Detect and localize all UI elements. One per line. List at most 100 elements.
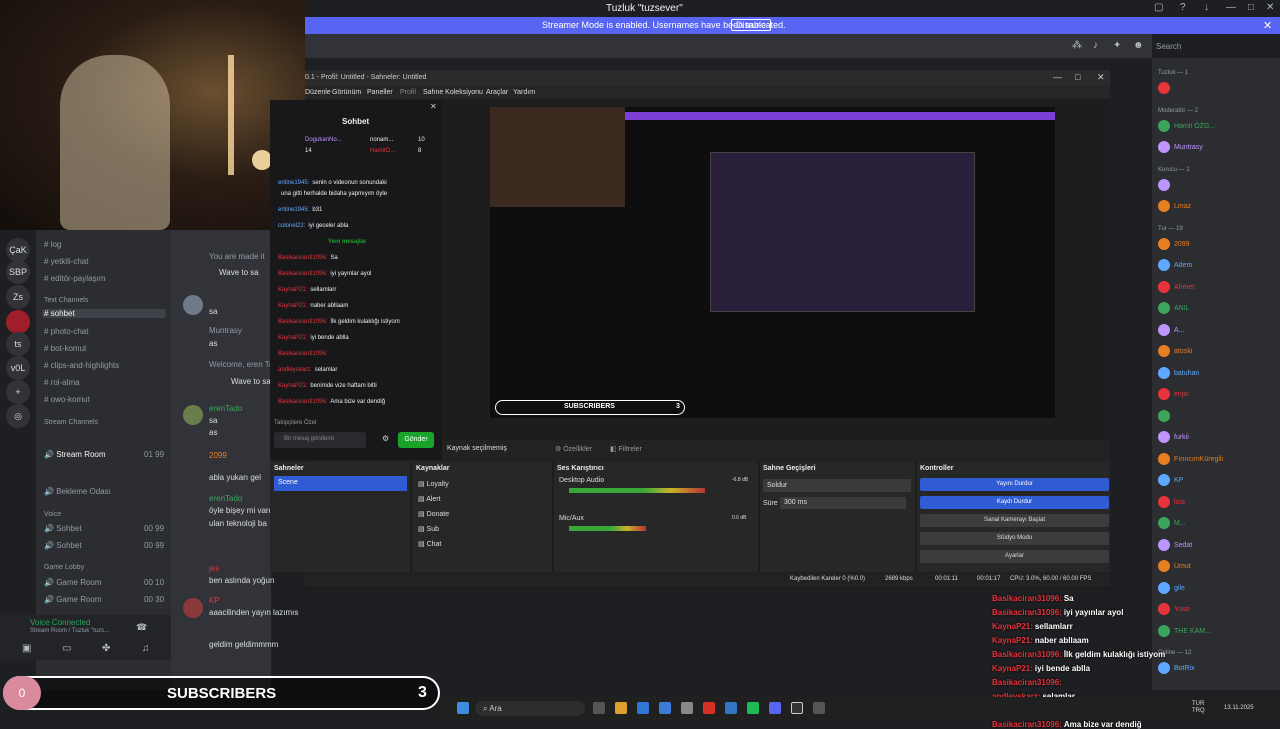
soundboard-icon[interactable]: ♫: [142, 643, 150, 654]
server-icon-vol[interactable]: v0L: [6, 356, 30, 380]
member-item[interactable]: [1158, 409, 1174, 422]
explore-icon[interactable]: ◎: [6, 404, 30, 428]
menu-sahne-koleksiyonu[interactable]: Sahne Koleksiyonu: [423, 89, 483, 96]
obs-close-icon[interactable]: ✕: [1097, 72, 1105, 83]
source-sub[interactable]: ▤ Sub: [418, 525, 439, 533]
server-icon-red[interactable]: [6, 310, 30, 334]
download-icon[interactable]: ↓: [1204, 2, 1209, 13]
server-icon-zs[interactable]: Zs: [6, 285, 30, 309]
spotify-icon[interactable]: [747, 702, 759, 714]
member-item[interactable]: [1158, 178, 1174, 191]
channel-editor-paylasim[interactable]: # editör-paylaşım: [44, 274, 105, 283]
duration-input[interactable]: 300 ms: [780, 497, 906, 509]
member-item[interactable]: [1158, 82, 1174, 94]
source-alert[interactable]: ▤ Alert: [418, 495, 441, 503]
category-text-channels[interactable]: Text Channels: [44, 297, 88, 304]
category-game-lobby[interactable]: Game Lobby: [44, 564, 84, 571]
store-icon[interactable]: [659, 702, 671, 714]
chat-username[interactable]: entine1945:: [278, 207, 309, 213]
member-item[interactable]: gile: [1158, 581, 1185, 594]
chat-username[interactable]: KaynaP21:: [278, 335, 307, 341]
chat-username[interactable]: andleyskarz:: [278, 367, 312, 373]
close-chat-icon[interactable]: ✕: [430, 102, 437, 111]
members-icon[interactable]: ☻: [1133, 40, 1144, 51]
voice-game-room-1[interactable]: 🔊 Game Room: [44, 578, 102, 587]
stop-recording-button[interactable]: Kaydı Durdur: [920, 496, 1109, 509]
obs-maximize-icon[interactable]: □: [1075, 72, 1080, 82]
menu-gorunum[interactable]: Görünüm: [332, 89, 361, 96]
minimize-icon[interactable]: —: [1226, 2, 1236, 13]
member-item[interactable]: Sedat: [1158, 538, 1192, 551]
chrome-icon[interactable]: [703, 702, 715, 714]
category-stream-channels[interactable]: Stream Channels: [44, 419, 98, 426]
member-item[interactable]: M...: [1158, 517, 1186, 529]
disable-button[interactable]: Disable: [731, 19, 772, 31]
taskbar-search[interactable]: ⌕ Ara: [475, 701, 585, 716]
avatar[interactable]: [183, 295, 203, 315]
voice-stream-room[interactable]: 🔊 Stream Room: [44, 450, 106, 459]
chat-settings-icon[interactable]: ⚙: [382, 434, 389, 443]
stop-stream-button[interactable]: Yayını Durdur: [920, 478, 1109, 491]
member-item[interactable]: THE KAM...: [1158, 624, 1211, 637]
screen-share-icon[interactable]: ▭: [62, 643, 71, 654]
voice-game-room-2[interactable]: 🔊 Game Room: [44, 595, 102, 604]
menu-profil[interactable]: Profil: [400, 89, 416, 96]
message-author[interactable]: Muntrasy: [209, 326, 242, 335]
avatar[interactable]: [183, 405, 203, 425]
task-view-icon[interactable]: [593, 702, 605, 714]
chat-username[interactable]: KaynaP21:: [278, 303, 307, 309]
clock-date[interactable]: 13.11.2025: [1224, 705, 1254, 711]
channel-sohbet[interactable]: # sohbet: [42, 309, 166, 318]
member-item[interactable]: ANIL: [1158, 302, 1190, 314]
source-loyalty[interactable]: ▤ Loyalty: [418, 480, 449, 488]
chat-username[interactable]: Basikaciran31096:: [278, 351, 327, 357]
member-item[interactable]: furkii: [1158, 431, 1189, 443]
scene-item[interactable]: Scene: [274, 476, 407, 491]
member-item[interactable]: atoski: [1158, 345, 1192, 357]
add-server-icon[interactable]: +: [6, 380, 30, 404]
file-explorer-icon[interactable]: [615, 702, 627, 714]
message-author[interactable]: erenTado: [209, 404, 242, 413]
member-item[interactable]: 2099: [1158, 237, 1190, 250]
close-icon[interactable]: ✕: [1266, 2, 1274, 13]
camera-icon[interactable]: ▣: [22, 643, 31, 654]
member-item[interactable]: Hamit ÖZG...: [1158, 119, 1215, 132]
activities-icon[interactable]: ✤: [102, 643, 110, 654]
member-item[interactable]: lost: [1158, 495, 1185, 508]
chat-username[interactable]: entine1945:: [278, 180, 309, 186]
chat-username[interactable]: Basikaciran31096:: [278, 319, 327, 325]
source-donate[interactable]: ▤ Donate: [418, 510, 449, 518]
bell-icon[interactable]: ♪: [1093, 40, 1098, 51]
menu-yardim[interactable]: Yardım: [513, 89, 535, 96]
obs-preview[interactable]: SUBSCRIBERS 3: [490, 107, 1055, 418]
menu-araclar[interactable]: Araçlar: [486, 89, 508, 96]
message-author[interactable]: erenTado: [209, 494, 242, 503]
chat-username[interactable]: KaynaP21:: [278, 383, 307, 389]
discord-icon[interactable]: [769, 702, 781, 714]
voice-sohbet-1[interactable]: 🔊 Sohbet: [44, 524, 82, 533]
send-button[interactable]: Gönder: [398, 432, 434, 448]
category-voice[interactable]: Voice: [44, 511, 61, 518]
edge-icon[interactable]: [637, 702, 649, 714]
chat-username[interactable]: colonel22:: [278, 223, 305, 229]
properties-button[interactable]: ⚙ Özellikler: [555, 445, 592, 453]
chat-username[interactable]: KaynaP21:: [278, 287, 307, 293]
member-item[interactable]: FırıncımKüregili: [1158, 452, 1223, 465]
studio-mode-button[interactable]: Stüdyo Modu: [920, 532, 1109, 545]
obs-icon[interactable]: [791, 702, 803, 714]
chat-username[interactable]: Basikaciran31096:: [278, 399, 327, 405]
member-item[interactable]: A...: [1158, 323, 1185, 336]
steam-icon[interactable]: [813, 702, 825, 714]
message-author[interactable]: KP: [209, 596, 220, 605]
start-icon[interactable]: [457, 702, 469, 714]
app-icon[interactable]: [681, 702, 693, 714]
chatter-2[interactable]: HamitO...: [370, 148, 395, 154]
message-author[interactable]: 2099: [209, 451, 227, 460]
threads-icon[interactable]: ⁂: [1072, 40, 1082, 51]
member-item[interactable]: Lmaz: [1158, 200, 1191, 212]
top-chatter[interactable]: DogukanNo...: [305, 137, 342, 143]
member-item[interactable]: Umut: [1158, 560, 1191, 572]
member-item[interactable]: enjin: [1158, 388, 1189, 400]
settings-button[interactable]: Ayarlar: [920, 550, 1109, 563]
channel-bot-komut[interactable]: # bot-komut: [44, 344, 86, 353]
